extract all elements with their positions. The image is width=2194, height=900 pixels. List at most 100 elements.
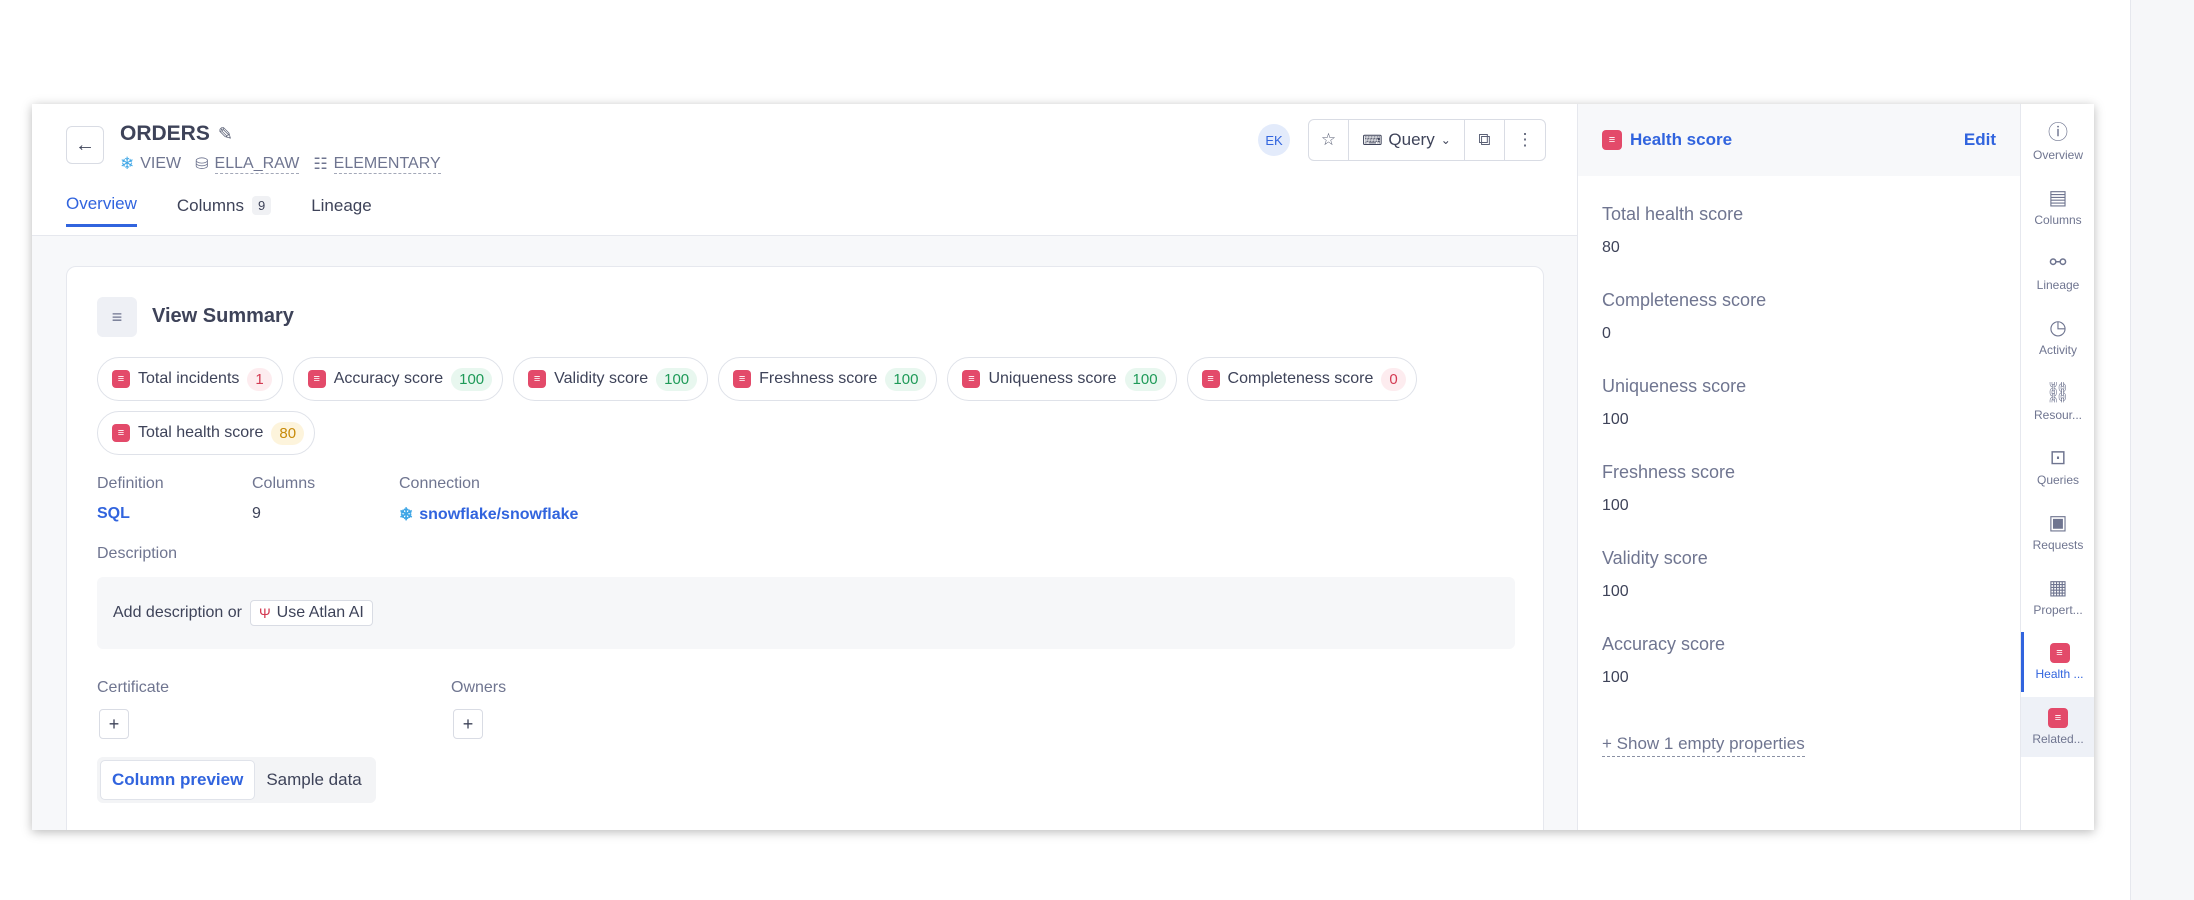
tab-lineage-label: Lineage: [311, 195, 372, 215]
rail-item-related[interactable]: ≡ Related...: [2021, 697, 2094, 757]
score-chip[interactable]: ≡ Freshness score 100: [718, 357, 938, 401]
page-title: ORDERS ✎: [120, 122, 233, 146]
connection-link[interactable]: ❄ snowflake/snowflake: [399, 505, 578, 525]
score-chip[interactable]: ≡ Total health score 80: [97, 411, 316, 455]
score-chips: ≡ Total incidents 1 ≡ Accuracy score 100 ≡ Vali…: [97, 357, 1517, 455]
rail-item-overview[interactable]: ⓘ Overview: [2021, 112, 2094, 172]
back-button[interactable]: ←: [66, 126, 104, 164]
copy-button[interactable]: ⧉: [1465, 120, 1505, 160]
crumb-type: ❄ VIEW: [120, 154, 181, 174]
health-icon: ≡: [2049, 643, 2070, 663]
connection-value[interactable]: snowflake/snowflake: [419, 506, 578, 524]
elementary-icon: ≡: [112, 424, 130, 442]
rail-item-columns[interactable]: ▤ Columns: [2021, 177, 2094, 237]
rail-item-label: Queries: [2036, 473, 2080, 487]
tab-lineage[interactable]: Lineage: [311, 194, 372, 227]
rail-item-label: Resour...: [2033, 408, 2083, 422]
health-score-panel: ≡ Health score Edit Total health score 80 C…: [1577, 104, 2020, 830]
add-certificate-button[interactable]: +: [99, 709, 129, 739]
health-property: Completeness score 0: [1602, 290, 1766, 343]
certificate-label: Certificate: [97, 679, 170, 696]
property-label: Validity score: [1602, 548, 1708, 568]
tab-columns[interactable]: Columns 9: [177, 194, 272, 227]
score-chip[interactable]: ≡ Accuracy score 100: [292, 357, 504, 401]
header-actions: ☆ ⌨ Query ⌄ ⧉ ⋮: [1308, 119, 1546, 161]
score-chip[interactable]: ≡ Total incidents 1: [97, 357, 283, 401]
health-property: Total health score 80: [1602, 204, 1743, 257]
health-property: Accuracy score 100: [1602, 634, 1725, 687]
property-label: Completeness score: [1602, 290, 1767, 310]
use-atlan-ai-button[interactable]: Ψ Use Atlan AI: [249, 600, 373, 626]
rail-item-label: Columns: [2034, 213, 2082, 227]
chip-value: 100: [451, 367, 493, 391]
crumb-database[interactable]: ⛁ ELLA_RAW: [195, 154, 300, 174]
summary-icon: ≡: [97, 297, 137, 337]
rail-item-activity[interactable]: ◷ Activity: [2021, 307, 2094, 367]
tab-columns-count: 9: [251, 196, 272, 215]
columns-label: Columns: [252, 475, 316, 492]
connection-label: Connection: [399, 475, 480, 492]
more-button[interactable]: ⋮: [1505, 120, 1545, 160]
requests-icon: ▣: [2048, 512, 2068, 534]
chip-label: Uniqueness score: [988, 370, 1117, 387]
chip-label: Accuracy score: [333, 370, 444, 387]
elementary-icon: ≡: [112, 370, 130, 388]
add-owner-button[interactable]: +: [453, 709, 483, 739]
chip-value: 100: [656, 367, 698, 391]
rail-item-label: Lineage: [2036, 278, 2080, 292]
crumb-schema[interactable]: ☷ ELEMENTARY: [313, 154, 441, 174]
score-chip[interactable]: ≡ Validity score 100: [513, 357, 709, 401]
sample-data-tab[interactable]: Sample data: [255, 760, 372, 800]
terminal-icon: ⌨: [1362, 131, 1383, 148]
rail-item-health[interactable]: ≡ Health ...: [2021, 632, 2094, 692]
snowflake-icon: ❄: [120, 154, 135, 173]
elementary-icon: ≡: [1201, 370, 1220, 388]
rail-item-resour[interactable]: ⛓ Resour...: [2021, 372, 2094, 432]
asset-name: ORDERS: [120, 122, 210, 145]
health-property: Freshness score 100: [1602, 462, 1735, 515]
edit-button[interactable]: Edit: [1964, 130, 1996, 150]
star-button[interactable]: ☆: [1309, 120, 1349, 160]
columns-value: 9: [252, 505, 261, 522]
arrow-left-icon: ←: [75, 133, 95, 156]
health-panel-header: ≡ Health score Edit: [1578, 104, 2020, 176]
crumb-schema-label[interactable]: ELEMENTARY: [333, 155, 441, 174]
outer-scrollbar[interactable]: [2130, 0, 2194, 900]
elementary-icon: ≡: [307, 370, 326, 388]
query-button[interactable]: ⌨ Query ⌄: [1349, 120, 1465, 160]
asset-tabs: Overview Columns 9 Lineage: [66, 194, 372, 227]
column-preview-tab[interactable]: Column preview: [100, 760, 256, 800]
breadcrumb: ❄ VIEW ⛁ ELLA_RAW ☷ ELEMENTARY: [120, 154, 441, 174]
property-value: 0: [1602, 325, 1611, 342]
use-atlan-ai-label: Use Atlan AI: [276, 604, 364, 621]
property-value: 100: [1602, 497, 1629, 514]
rail-item-queries[interactable]: ⊡ Queries: [2021, 437, 2094, 497]
score-chip[interactable]: ≡ Completeness score 0: [1186, 357, 1417, 401]
chip-value: 1: [247, 367, 272, 391]
properties-icon: ▦: [2048, 577, 2068, 599]
rail-item-requests[interactable]: ▣ Requests: [2021, 502, 2094, 562]
definition-link[interactable]: SQL: [97, 505, 130, 523]
asset-header: ← ORDERS ✎ ❄ VIEW ⛁ ELLA_RAW ☷ ELEMENTARY O…: [32, 104, 1577, 236]
score-chip[interactable]: ≡ Uniqueness score 100: [947, 357, 1177, 401]
rail-item-propert[interactable]: ▦ Propert...: [2021, 567, 2094, 627]
atlan-ai-icon: Ψ: [258, 605, 271, 621]
chevron-down-icon: ⌄: [1440, 133, 1451, 147]
health-property: Uniqueness score 100: [1602, 376, 1746, 429]
chip-value: 100: [885, 367, 927, 391]
property-value: 100: [1602, 669, 1629, 686]
tab-overview[interactable]: Overview: [66, 194, 137, 227]
description-field[interactable]: Add description or Ψ Use Atlan AI: [97, 577, 1515, 649]
pencil-icon[interactable]: ✎: [218, 124, 233, 145]
terminal-icon: ⊡: [2049, 447, 2067, 469]
snowflake-icon: ❄: [399, 505, 414, 524]
chip-label: Validity score: [554, 370, 649, 387]
plus-icon: +: [108, 713, 120, 734]
plus-icon: +: [462, 713, 474, 734]
avatar[interactable]: EK: [1258, 124, 1290, 156]
chip-value: 100: [1124, 367, 1166, 391]
show-empty-properties-button[interactable]: + Show 1 empty properties: [1602, 734, 1805, 757]
crumb-database-label[interactable]: ELLA_RAW: [214, 155, 300, 174]
rail-item-lineage[interactable]: ⚯ Lineage: [2021, 242, 2094, 302]
property-label: Freshness score: [1602, 462, 1736, 482]
